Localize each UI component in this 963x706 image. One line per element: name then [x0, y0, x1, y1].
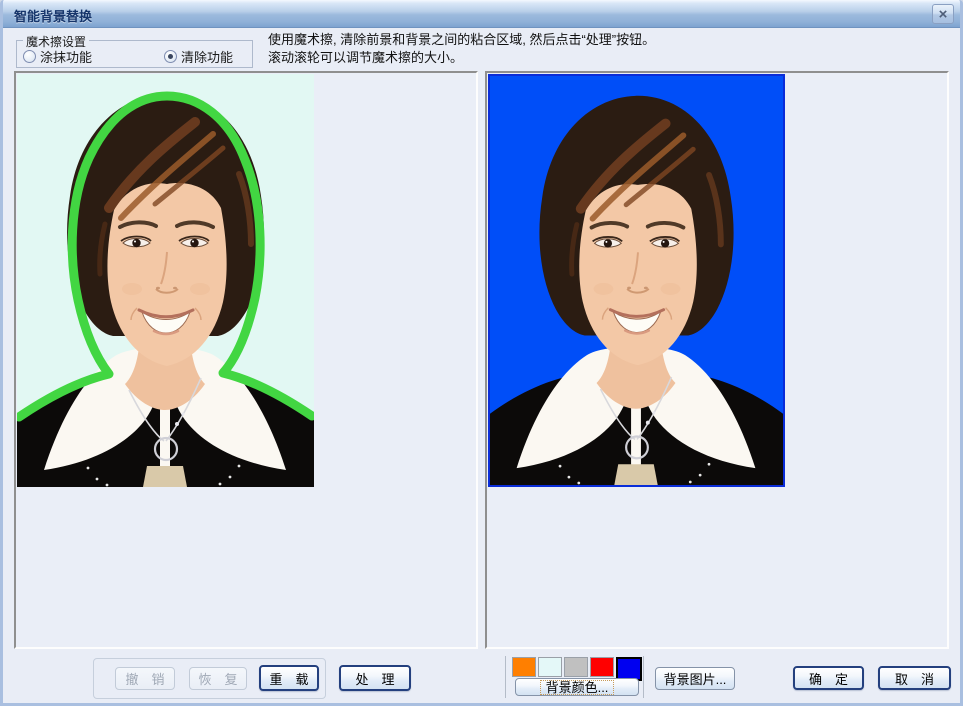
edit-panel — [14, 71, 478, 649]
instruction-line-1: 使用魔术擦, 清除前景和背景之间的粘合区域, 然后点击“处理”按钮。 — [268, 31, 928, 49]
background-replace-dialog: 智能背景替换 × 魔术擦设置 涂抹功能 清除功能 使用魔术擦, 清除前景和背景之… — [0, 0, 963, 706]
undo-button[interactable]: 撤 销 — [115, 667, 175, 690]
portrait-illustration — [490, 76, 783, 485]
radio-option-smear[interactable]: 涂抹功能 — [23, 47, 92, 66]
magic-eraser-settings-group: 魔术擦设置 涂抹功能 清除功能 — [16, 40, 253, 68]
instruction-line-2: 滚动滚轮可以调节魔术擦的大小。 — [268, 49, 928, 67]
color-swatch[interactable] — [538, 657, 562, 677]
portrait-illustration — [17, 74, 314, 487]
ok-button[interactable]: 确 定 — [793, 666, 864, 690]
divider-line-left — [505, 656, 506, 698]
cancel-button[interactable]: 取 消 — [878, 666, 951, 690]
preview-panel — [485, 71, 949, 649]
background-color-button-label: 背景颜色... — [540, 680, 615, 695]
instruction-text: 使用魔术擦, 清除前景和背景之间的粘合区域, 然后点击“处理”按钮。 滚动滚轮可… — [268, 31, 928, 67]
radio-icon-smear[interactable] — [23, 50, 36, 63]
background-color-button[interactable]: 背景颜色... — [515, 678, 639, 696]
dialog-title: 智能背景替换 — [14, 6, 92, 25]
radio-label-smear: 涂抹功能 — [40, 47, 92, 66]
reload-button[interactable]: 重 载 — [259, 665, 319, 691]
radio-icon-erase[interactable] — [164, 50, 177, 63]
color-swatch[interactable] — [564, 657, 588, 677]
right-photo-preview — [488, 74, 785, 487]
radio-option-erase[interactable]: 清除功能 — [164, 47, 233, 66]
left-photo-canvas[interactable] — [17, 74, 314, 487]
close-icon[interactable]: × — [932, 4, 954, 24]
divider-line-right — [643, 656, 644, 698]
background-image-button[interactable]: 背景图片... — [655, 667, 735, 690]
color-swatch[interactable] — [590, 657, 614, 677]
radio-label-erase: 清除功能 — [181, 47, 233, 66]
title-bar[interactable]: 智能背景替换 × — [0, 0, 963, 28]
radio-row: 涂抹功能 清除功能 — [23, 47, 233, 66]
redo-button[interactable]: 恢 复 — [189, 667, 247, 690]
process-button[interactable]: 处 理 — [339, 665, 411, 691]
color-swatch[interactable] — [512, 657, 536, 677]
